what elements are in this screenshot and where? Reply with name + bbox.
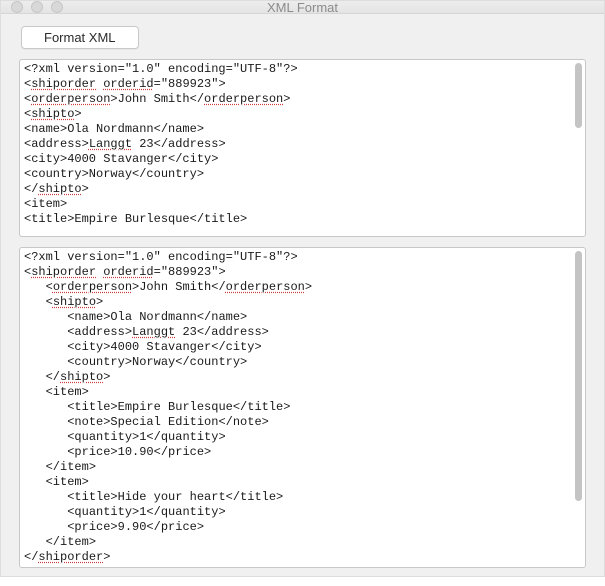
- code-line: <note>Special Edition</note>: [24, 415, 567, 430]
- code-line: <?xml version="1.0" encoding="UTF-8"?>: [24, 250, 567, 265]
- toolbar: Format XML: [1, 14, 604, 59]
- code-line: <shipto>: [24, 295, 567, 310]
- minimize-icon[interactable]: [31, 1, 43, 13]
- code-line: <address>Langgt 23</address>: [24, 137, 567, 152]
- code-line: <name>Ola Nordmann</name>: [24, 122, 567, 137]
- code-line: <price>10.90</price>: [24, 445, 567, 460]
- code-line: <price>9.90</price>: [24, 520, 567, 535]
- app-window: XML Format Format XML <?xml version="1.0…: [0, 0, 605, 577]
- code-line: <?xml version="1.0" encoding="UTF-8"?>: [24, 62, 567, 77]
- code-line: <quantity>1</quantity>: [24, 430, 567, 445]
- input-pane: <?xml version="1.0" encoding="UTF-8"?><s…: [19, 59, 586, 237]
- zoom-icon[interactable]: [51, 1, 63, 13]
- code-line: <shiporder orderid="889923">: [24, 77, 567, 92]
- output-scrollbar-thumb[interactable]: [575, 251, 582, 501]
- code-line: <item>: [24, 197, 567, 212]
- code-line: <city>4000 Stavanger</city>: [24, 340, 567, 355]
- code-line: </shipto>: [24, 182, 567, 197]
- code-line: <item>: [24, 385, 567, 400]
- code-line: <orderperson>John Smith</orderperson>: [24, 280, 567, 295]
- code-line: </shiporder>: [24, 550, 567, 565]
- code-line: <country>Norway</country>: [24, 167, 567, 182]
- code-line: <title>Hide your heart</title>: [24, 490, 567, 505]
- input-textarea[interactable]: <?xml version="1.0" encoding="UTF-8"?><s…: [20, 60, 571, 236]
- code-line: <title>Empire Burlesque</title>: [24, 212, 567, 227]
- titlebar: XML Format: [1, 1, 604, 14]
- code-line: <item>: [24, 475, 567, 490]
- code-line: <title>Empire Burlesque</title>: [24, 400, 567, 415]
- code-line: <shipto>: [24, 107, 567, 122]
- code-line: <quantity>1</quantity>: [24, 505, 567, 520]
- input-scrollbar-thumb[interactable]: [575, 63, 582, 128]
- panes: <?xml version="1.0" encoding="UTF-8"?><s…: [1, 59, 604, 586]
- output-scrollbar[interactable]: [571, 248, 585, 567]
- code-line: <country>Norway</country>: [24, 355, 567, 370]
- traffic-lights: [1, 1, 63, 13]
- window-title: XML Format: [1, 0, 604, 15]
- code-line: <city>4000 Stavanger</city>: [24, 152, 567, 167]
- output-pane: <?xml version="1.0" encoding="UTF-8"?><s…: [19, 247, 586, 568]
- code-line: </item>: [24, 535, 567, 550]
- code-line: <name>Ola Nordmann</name>: [24, 310, 567, 325]
- code-line: <orderperson>John Smith</orderperson>: [24, 92, 567, 107]
- code-line: </shipto>: [24, 370, 567, 385]
- close-icon[interactable]: [11, 1, 23, 13]
- code-line: </item>: [24, 460, 567, 475]
- format-xml-button[interactable]: Format XML: [21, 26, 139, 49]
- code-line: <shiporder orderid="889923">: [24, 265, 567, 280]
- input-scrollbar[interactable]: [571, 60, 585, 236]
- output-textarea[interactable]: <?xml version="1.0" encoding="UTF-8"?><s…: [20, 248, 571, 567]
- code-line: <address>Langgt 23</address>: [24, 325, 567, 340]
